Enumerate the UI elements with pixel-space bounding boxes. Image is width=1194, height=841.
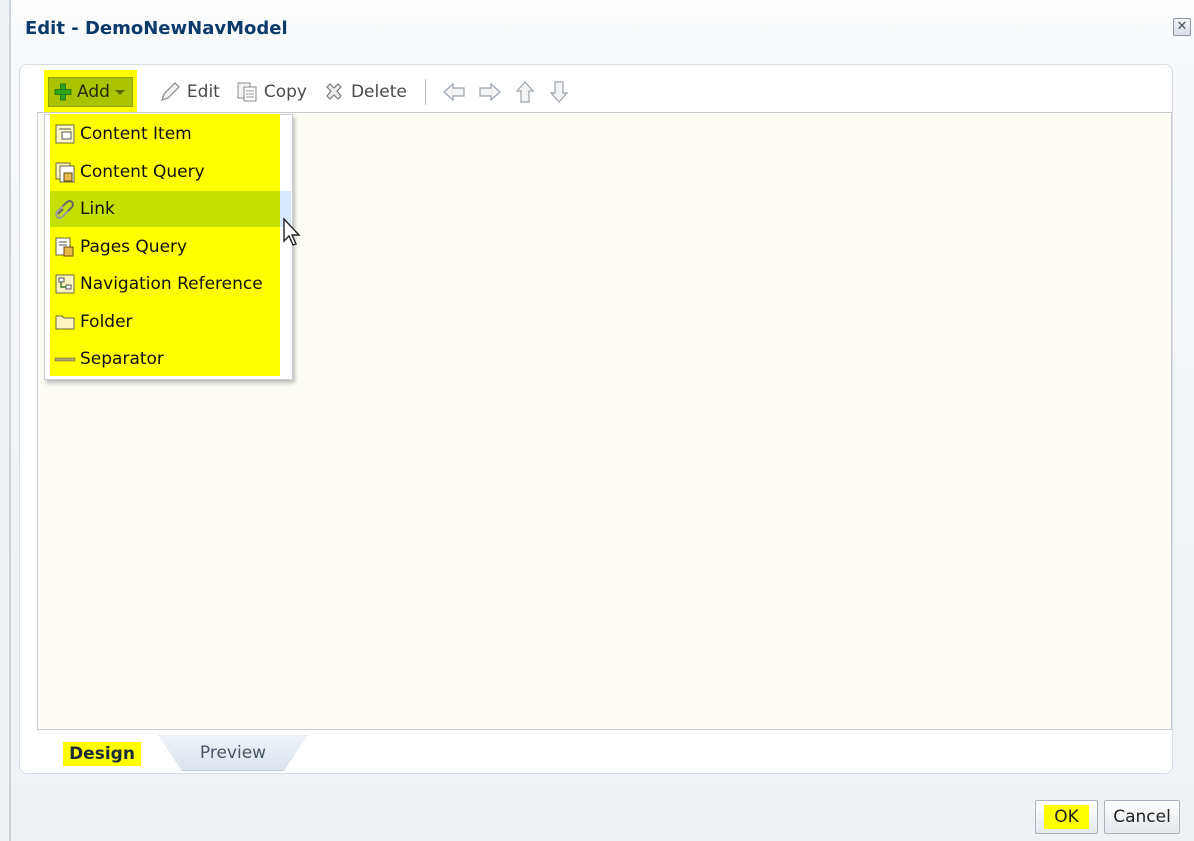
move-down-button[interactable] (542, 74, 576, 110)
tab-preview-label: Preview (199, 742, 267, 763)
menu-item-folder[interactable]: Folder (50, 304, 280, 340)
move-left-button[interactable] (436, 74, 472, 110)
arrow-down-icon (549, 81, 569, 103)
edit-button[interactable]: Edit (151, 74, 228, 110)
menu-item-pages-query[interactable]: Pages Query (50, 229, 280, 265)
tab-design[interactable]: Design (46, 735, 158, 773)
navigation-reference-icon (55, 274, 75, 294)
view-tabs: Design Preview (28, 735, 328, 775)
background-window-edge (0, 0, 10, 841)
arrow-up-icon (515, 81, 535, 103)
close-icon: ✕ (1176, 19, 1188, 34)
menu-item-navigation-reference[interactable]: Navigation Reference (50, 266, 280, 302)
copy-button-label: Copy (263, 82, 307, 102)
arrow-left-icon (442, 82, 465, 102)
arrow-right-icon (479, 82, 501, 102)
plus-icon (54, 83, 72, 101)
menu-item-link[interactable]: Link (50, 191, 291, 227)
menu-item-separator[interactable]: Separator (50, 341, 280, 377)
ok-button[interactable]: OK (1035, 800, 1098, 834)
copy-button[interactable]: Copy (228, 74, 315, 110)
tab-preview[interactable]: Preview (158, 735, 308, 771)
move-up-button[interactable] (508, 74, 542, 110)
pencil-icon (160, 82, 180, 101)
menu-item-label: Folder (80, 312, 133, 332)
menu-item-label: Pages Query (80, 237, 188, 257)
toolbar-separator (424, 79, 426, 105)
cancel-button[interactable]: Cancel (1104, 800, 1180, 834)
delete-x-icon (326, 83, 342, 100)
toolbar: Add Edit Copy Delete (28, 70, 1168, 114)
copy-icon (237, 82, 257, 102)
menu-item-label: Content Item (80, 124, 192, 144)
menu-item-content-item[interactable]: Content Item (50, 116, 280, 152)
edit-button-label: Edit (186, 82, 220, 102)
folder-icon (55, 315, 75, 330)
link-icon (55, 200, 74, 219)
delete-button[interactable]: Delete (315, 74, 415, 110)
pages-query-icon (55, 237, 74, 257)
tab-design-label: Design (63, 742, 141, 766)
add-button[interactable]: Add (44, 70, 137, 114)
menu-item-label: Navigation Reference (80, 274, 263, 294)
content-item-icon (55, 124, 75, 144)
menu-item-content-query[interactable]: Content Query (50, 154, 280, 190)
cancel-button-label: Cancel (1113, 807, 1171, 827)
dropdown-arrow-icon (114, 90, 125, 95)
menu-item-label: Link (80, 199, 115, 219)
mouse-pointer-icon (283, 217, 301, 246)
dialog-title: Edit - DemoNewNavModel (25, 18, 288, 39)
menu-item-label: Separator (80, 349, 164, 369)
close-button[interactable]: ✕ (1173, 18, 1191, 36)
content-query-icon (55, 162, 75, 183)
menu-item-label: Content Query (80, 162, 205, 182)
ok-button-label: OK (1044, 805, 1089, 829)
add-button-label: Add (77, 82, 110, 102)
move-right-button[interactable] (472, 74, 508, 110)
delete-button-label: Delete (350, 82, 407, 102)
separator-icon (54, 357, 76, 362)
